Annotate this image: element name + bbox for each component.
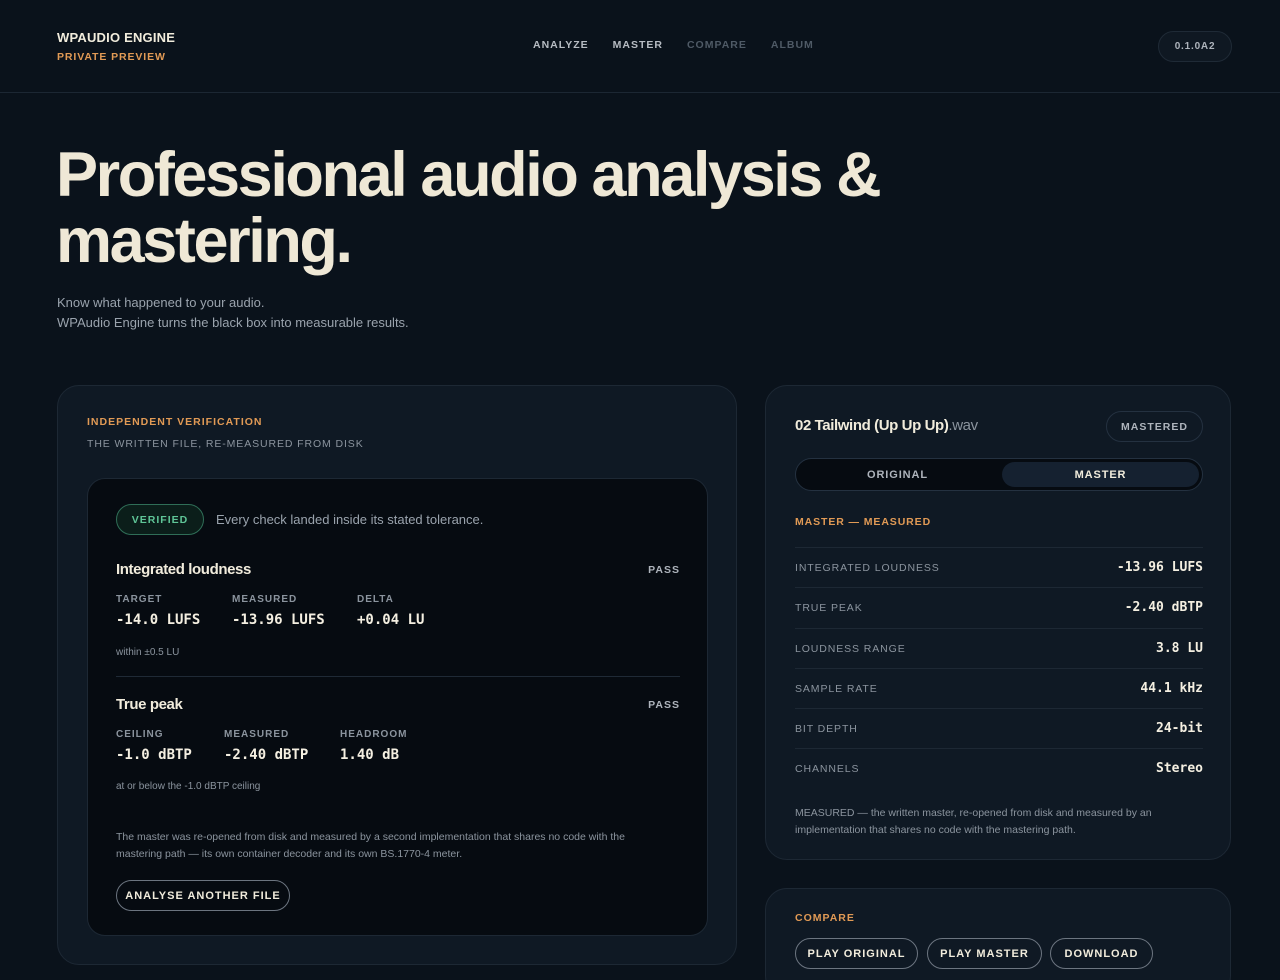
- file-measurement-card: 02 Tailwind (Up Up Up).wav MASTERED ORIG…: [765, 385, 1231, 860]
- play-original-button[interactable]: PLAY ORIGINAL: [795, 938, 918, 969]
- metric-measured: MEASURED -13.96 LUFS: [232, 594, 325, 628]
- metric-label: DELTA: [357, 594, 394, 605]
- check-integrated-loudness: Integrated loudness PASS TARGET -14.0 LU…: [116, 561, 680, 658]
- nav-analyze[interactable]: ANALYZE: [533, 39, 589, 51]
- verification-footnote: The master was re-opened from disk and m…: [116, 831, 625, 860]
- check-title: True peak: [116, 696, 183, 713]
- file-name: 02 Tailwind (Up Up Up).wav: [795, 417, 978, 434]
- metric-label: CEILING: [116, 729, 164, 740]
- mastered-badge: MASTERED: [1106, 411, 1203, 442]
- toggle-original[interactable]: ORIGINAL: [799, 462, 996, 487]
- check-status: PASS: [648, 564, 680, 576]
- page-title-line-1: Professional audio analysis &: [56, 140, 882, 210]
- file-name-base: 02 Tailwind (Up Up Up): [795, 417, 949, 434]
- metric-label: HEADROOM: [340, 729, 408, 740]
- toggle-master[interactable]: MASTER: [1002, 462, 1199, 487]
- play-master-button[interactable]: PLAY MASTER: [927, 938, 1042, 969]
- verification-message: Every check landed inside its stated tol…: [216, 512, 484, 527]
- stat-label: BIT DEPTH: [795, 723, 858, 736]
- stat-value: 3.8 LU: [1156, 640, 1203, 656]
- check-status: PASS: [648, 699, 680, 711]
- metric-value: -2.40 dBTP: [224, 747, 309, 763]
- nav-master[interactable]: MASTER: [613, 39, 663, 51]
- stat-value: 44.1 kHz: [1140, 680, 1203, 696]
- stat-row-channels: CHANNELS Stereo: [795, 748, 1203, 788]
- brand-name: WPAUDIO ENGINE: [57, 30, 176, 45]
- check-title: Integrated loudness: [116, 561, 251, 578]
- metric-label: MEASURED: [224, 729, 290, 740]
- metric-value: -13.96 LUFS: [232, 612, 325, 628]
- verification-card: INDEPENDENT VERIFICATION THE WRITTEN FIL…: [57, 385, 737, 965]
- page-title: Professional audio analysis & mastering.: [56, 142, 956, 274]
- metric-label: TARGET: [116, 594, 163, 605]
- file-extension: .wav: [948, 417, 978, 434]
- stat-label: LOUDNESS RANGE: [795, 642, 906, 655]
- metric-target: TARGET -14.0 LUFS: [116, 594, 200, 628]
- stat-row-true-peak: TRUE PEAK -2.40 dBTP: [795, 587, 1203, 627]
- version-badge: 0.1.0A2: [1158, 31, 1232, 62]
- stat-row-loudness-range: LOUDNESS RANGE 3.8 LU: [795, 627, 1203, 668]
- metric-delta: DELTA +0.04 LU: [357, 594, 424, 628]
- stat-row-integrated-loudness: INTEGRATED LOUDNESS -13.96 LUFS: [795, 547, 1203, 587]
- stat-value: -13.96 LUFS: [1116, 560, 1203, 575]
- main-nav: ANALYZE MASTER COMPARE ALBUM: [533, 39, 814, 51]
- stat-value: -2.40 dBTP: [1124, 600, 1203, 616]
- stat-label: CHANNELS: [795, 763, 860, 776]
- page-title-line-2: mastering.: [56, 206, 353, 276]
- check-note: within ±0.5 LU: [116, 647, 180, 658]
- analyse-another-file-button[interactable]: ANALYSE ANOTHER FILE: [116, 880, 290, 911]
- download-button[interactable]: DOWNLOAD: [1050, 938, 1153, 969]
- metric-value: -1.0 dBTP: [116, 747, 192, 763]
- verification-eyebrow: INDEPENDENT VERIFICATION: [87, 416, 263, 428]
- verification-result-panel: VERIFIED Every check landed inside its s…: [87, 478, 708, 936]
- nav-compare[interactable]: COMPARE: [687, 39, 747, 51]
- stat-value: 24-bit: [1156, 721, 1203, 737]
- compare-card: COMPARE PLAY ORIGINAL PLAY MASTER DOWNLO…: [765, 888, 1231, 980]
- measured-note: MEASURED — the written master, re-opened…: [795, 807, 1152, 836]
- stat-row-sample-rate: SAMPLE RATE 44.1 kHz: [795, 667, 1203, 708]
- brand[interactable]: WPAUDIO ENGINE PRIVATE PREVIEW: [57, 30, 175, 63]
- stat-label: TRUE PEAK: [795, 602, 863, 615]
- stat-row-bit-depth: BIT DEPTH 24-bit: [795, 708, 1203, 748]
- stat-list: INTEGRATED LOUDNESS -13.96 LUFS TRUE PEA…: [795, 547, 1203, 789]
- metric-headroom: HEADROOM 1.40 dB: [340, 729, 407, 763]
- metric-value: -14.0 LUFS: [116, 612, 201, 628]
- metric-value: 1.40 dB: [340, 747, 400, 763]
- compare-heading: COMPARE: [795, 912, 855, 924]
- verification-subtitle: THE WRITTEN FILE, RE-MEASURED FROM DISK: [87, 438, 364, 450]
- master-measured-heading: MASTER — MEASURED: [795, 516, 932, 528]
- hero-description-line-1: Know what happened to your audio.: [57, 295, 265, 310]
- stat-value: Stereo: [1156, 761, 1203, 777]
- original-master-toggle: ORIGINAL MASTER: [795, 458, 1203, 491]
- stat-label: INTEGRATED LOUDNESS: [795, 562, 940, 574]
- verified-badge: VERIFIED: [116, 504, 204, 535]
- metric-label: MEASURED: [232, 594, 298, 605]
- metric-value: +0.04 LU: [357, 612, 425, 628]
- check-true-peak: True peak PASS CEILING -1.0 dBTP MEASURE…: [116, 696, 680, 792]
- divider: [116, 676, 680, 677]
- metric-ceiling: CEILING -1.0 dBTP: [116, 729, 192, 763]
- stat-label: SAMPLE RATE: [795, 682, 878, 695]
- hero-description: Know what happened to your audio. WPAudi…: [57, 293, 409, 333]
- top-bar: WPAUDIO ENGINE PRIVATE PREVIEW ANALYZE M…: [0, 0, 1280, 93]
- check-note: at or below the -1.0 dBTP ceiling: [116, 781, 261, 792]
- nav-album[interactable]: ALBUM: [771, 39, 814, 51]
- metric-measured: MEASURED -2.40 dBTP: [224, 729, 308, 763]
- hero-description-line-2: WPAudio Engine turns the black box into …: [57, 315, 409, 330]
- brand-subtitle: PRIVATE PREVIEW: [57, 51, 166, 63]
